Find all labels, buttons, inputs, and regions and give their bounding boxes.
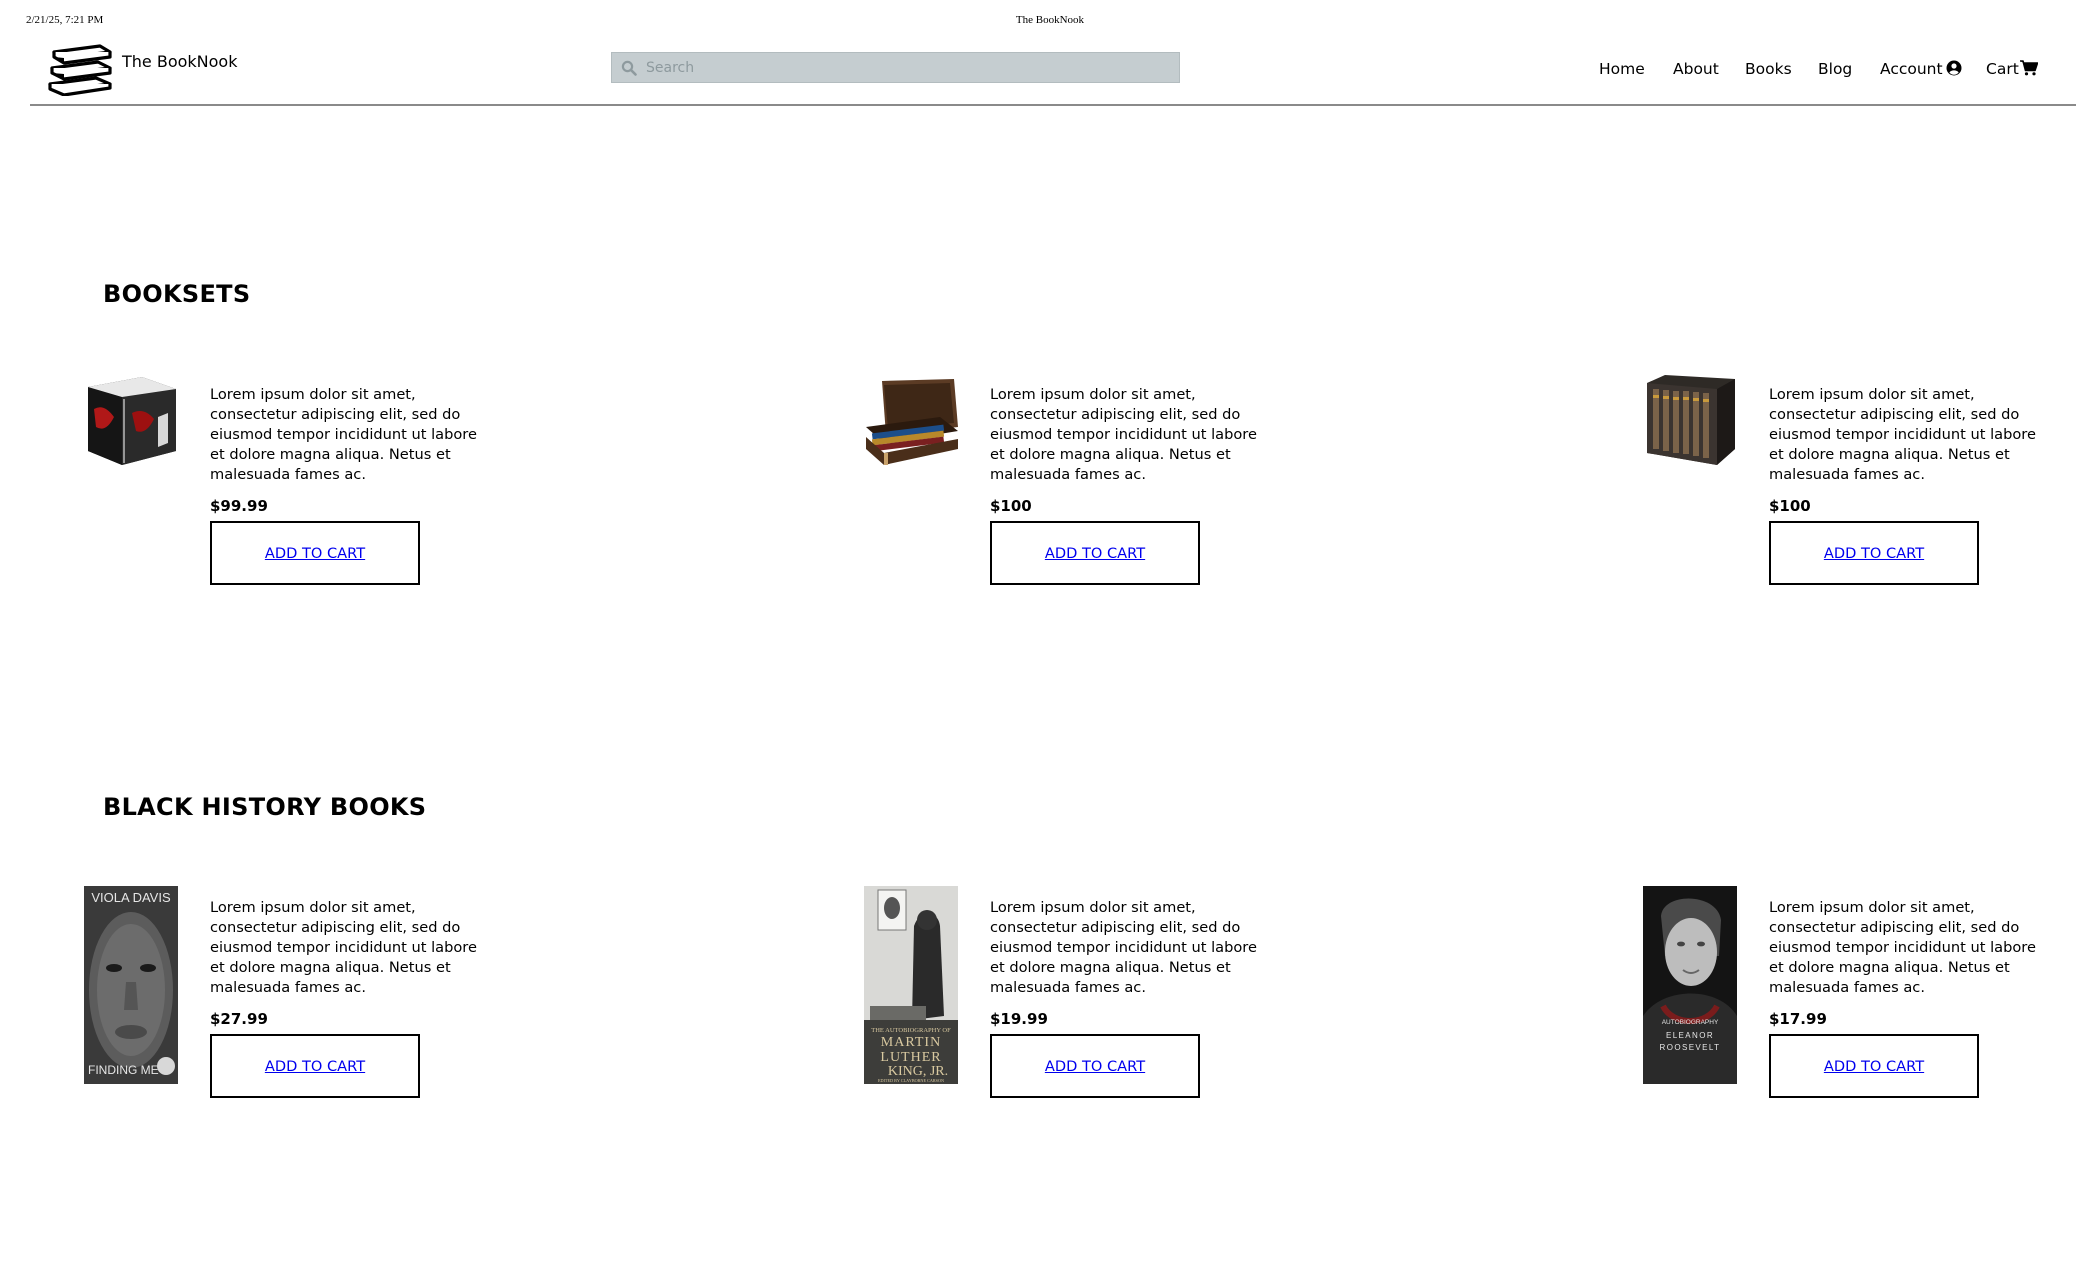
cover-line-2: MARTIN [881, 1035, 941, 1050]
product-price: $19.99 [990, 1010, 1048, 1028]
product-price: $17.99 [1769, 1010, 1827, 1028]
add-to-cart-label: ADD TO CART [1823, 1057, 1925, 1075]
shopping-cart-icon [2019, 60, 2039, 76]
add-to-cart-button[interactable]: ADD TO CART [990, 1034, 1200, 1098]
books-logo-icon[interactable] [44, 38, 114, 96]
nav-about[interactable]: About [1673, 60, 1719, 78]
product-price: $100 [990, 497, 1032, 515]
cover-line-4: KING, JR. [888, 1064, 948, 1079]
add-to-cart-label: ADD TO CART [264, 1057, 366, 1075]
product-description: Lorem ipsum dolor sit amet, consectetur … [210, 386, 477, 483]
finding-me-cover-image[interactable]: VIOLA DAVIS FINDING ME [84, 886, 178, 1084]
nav-blog[interactable]: Blog [1818, 60, 1852, 78]
product-description: Lorem ipsum dolor sit amet, consectetur … [210, 899, 477, 996]
product-card: Lorem ipsum dolor sit amet, consectetur … [84, 373, 524, 585]
product-card: THE AUTOBIOGRAPHY OF MARTIN LUTHER KING,… [864, 886, 1304, 1098]
nav-account-label: Account [1880, 60, 1943, 78]
product-card: Lorem ipsum dolor sit amet, consectetur … [864, 373, 1304, 585]
brand-name[interactable]: The BookNook [122, 52, 237, 71]
add-to-cart-label: ADD TO CART [1044, 1057, 1146, 1075]
product-description: Lorem ipsum dolor sit amet, consectetur … [1769, 899, 2036, 996]
section-title-booksets: BOOKSETS [103, 280, 251, 308]
add-to-cart-button[interactable]: ADD TO CART [1769, 1034, 1979, 1098]
cover-title-text: FINDING ME [88, 1063, 159, 1077]
user-circle-icon [1946, 60, 1962, 76]
twilight-box-set-image[interactable] [84, 373, 178, 469]
nav-home[interactable]: Home [1599, 60, 1645, 78]
nav-books[interactable]: Books [1745, 60, 1792, 78]
nav-cart[interactable]: Cart [1986, 60, 2039, 78]
cover-line-2: ELEANOR [1666, 1031, 1714, 1040]
print-page-title: The BookNook [1015, 14, 1085, 26]
cover-line-1: AUTOBIOGRAPHY [1662, 1019, 1719, 1026]
book-box-set-image[interactable] [1643, 373, 1737, 469]
add-to-cart-button[interactable]: ADD TO CART [990, 521, 1200, 585]
cover-author-text: VIOLA DAVIS [91, 890, 171, 905]
product-card: VIOLA DAVIS FINDING ME Lorem ipsum dolor… [84, 886, 524, 1098]
cover-line-5: EDITED BY CLAYBORNE CARSON [878, 1078, 944, 1083]
product-description: Lorem ipsum dolor sit amet, consectetur … [1769, 386, 2036, 483]
eleanor-roosevelt-cover-image[interactable]: AUTOBIOGRAPHY ELEANOR ROOSEVELT [1643, 886, 1737, 1084]
cover-line-3: LUTHER [880, 1050, 941, 1065]
product-card: AUTOBIOGRAPHY ELEANOR ROOSEVELT Lorem ip… [1643, 886, 2083, 1098]
harry-potter-trunk-set-image[interactable] [864, 373, 958, 469]
section-title-black-history-books: BLACK HISTORY BOOKS [103, 793, 427, 821]
cover-line-3: ROOSEVELT [1660, 1043, 1721, 1052]
nav-account[interactable]: Account [1880, 60, 1962, 78]
add-to-cart-label: ADD TO CART [1823, 544, 1925, 562]
search-icon [621, 60, 637, 76]
product-card: Lorem ipsum dolor sit amet, consectetur … [1643, 373, 2083, 585]
add-to-cart-button[interactable]: ADD TO CART [1769, 521, 1979, 585]
cover-line-1: THE AUTOBIOGRAPHY OF [871, 1027, 951, 1034]
site-header: The BookNook Home About Books Blog Accou… [30, 32, 2076, 106]
product-price: $99.99 [210, 497, 268, 515]
product-description: Lorem ipsum dolor sit amet, consectetur … [990, 386, 1257, 483]
nav-cart-label: Cart [1986, 60, 2019, 78]
product-price: $27.99 [210, 1010, 268, 1028]
add-to-cart-label: ADD TO CART [264, 544, 366, 562]
mlk-autobiography-cover-image[interactable]: THE AUTOBIOGRAPHY OF MARTIN LUTHER KING,… [864, 886, 958, 1084]
add-to-cart-label: ADD TO CART [1044, 544, 1146, 562]
search-bar [611, 52, 1180, 83]
add-to-cart-button[interactable]: ADD TO CART [210, 521, 420, 585]
product-description: Lorem ipsum dolor sit amet, consectetur … [990, 899, 1257, 996]
search-input[interactable] [646, 53, 1166, 82]
product-price: $100 [1769, 497, 1811, 515]
add-to-cart-button[interactable]: ADD TO CART [210, 1034, 420, 1098]
